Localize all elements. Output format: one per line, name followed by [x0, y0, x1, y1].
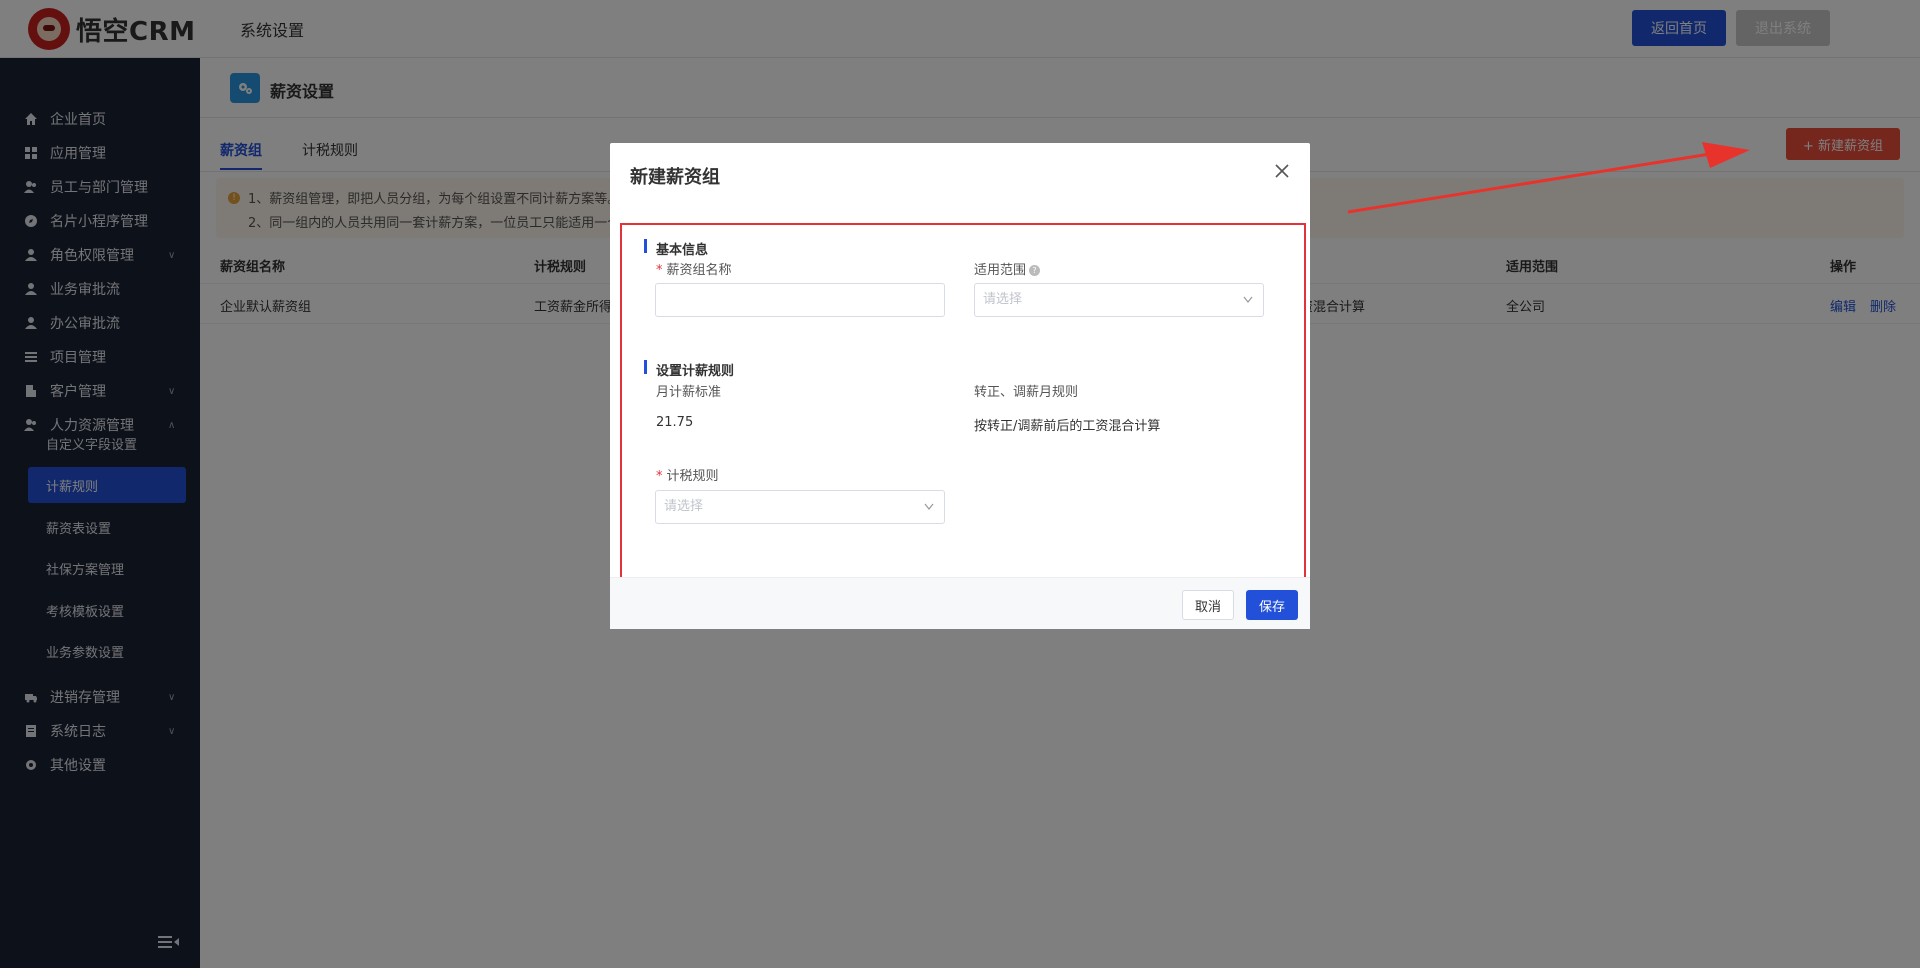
close-icon[interactable]	[1274, 163, 1290, 179]
chevron-down-icon	[924, 503, 934, 510]
help-icon[interactable]: ?	[1029, 265, 1041, 276]
section-salary-rules: 设置计薪规则	[656, 364, 735, 379]
tax-rule-select[interactable]: 请选择	[655, 490, 945, 524]
adjust-rule-label: 转正、调薪月规则	[974, 385, 1079, 400]
monthly-standard-value: 21.75	[656, 415, 694, 430]
save-button[interactable]: 保存	[1246, 590, 1298, 620]
tax-rule-label: * 计税规则	[656, 469, 719, 484]
section-marker	[644, 360, 647, 374]
salary-group-name-input[interactable]	[655, 283, 945, 317]
modal-title: 新建薪资组	[630, 167, 720, 188]
annotation-arrow-icon	[1347, 142, 1750, 214]
name-label: * 薪资组名称	[656, 263, 732, 278]
modal-footer: 取消 保存	[610, 577, 1310, 629]
chevron-down-icon	[1243, 296, 1253, 303]
scope-select[interactable]: 请选择	[974, 283, 1264, 317]
required-marker: *	[656, 469, 663, 484]
scope-label: 适用范围?	[974, 259, 1041, 278]
adjust-rule-value: 按转正/调薪前后的工资混合计算	[974, 419, 1161, 434]
required-marker: *	[656, 263, 663, 278]
section-marker	[644, 239, 647, 253]
section-basic-info: 基本信息	[656, 243, 709, 258]
new-salary-group-modal: 新建薪资组 基本信息 * 薪资组名称 适用范围? 请选择 设置计薪规则 月计薪标准…	[610, 143, 1310, 629]
cancel-button[interactable]: 取消	[1182, 590, 1234, 620]
monthly-standard-label: 月计薪标准	[656, 385, 722, 400]
